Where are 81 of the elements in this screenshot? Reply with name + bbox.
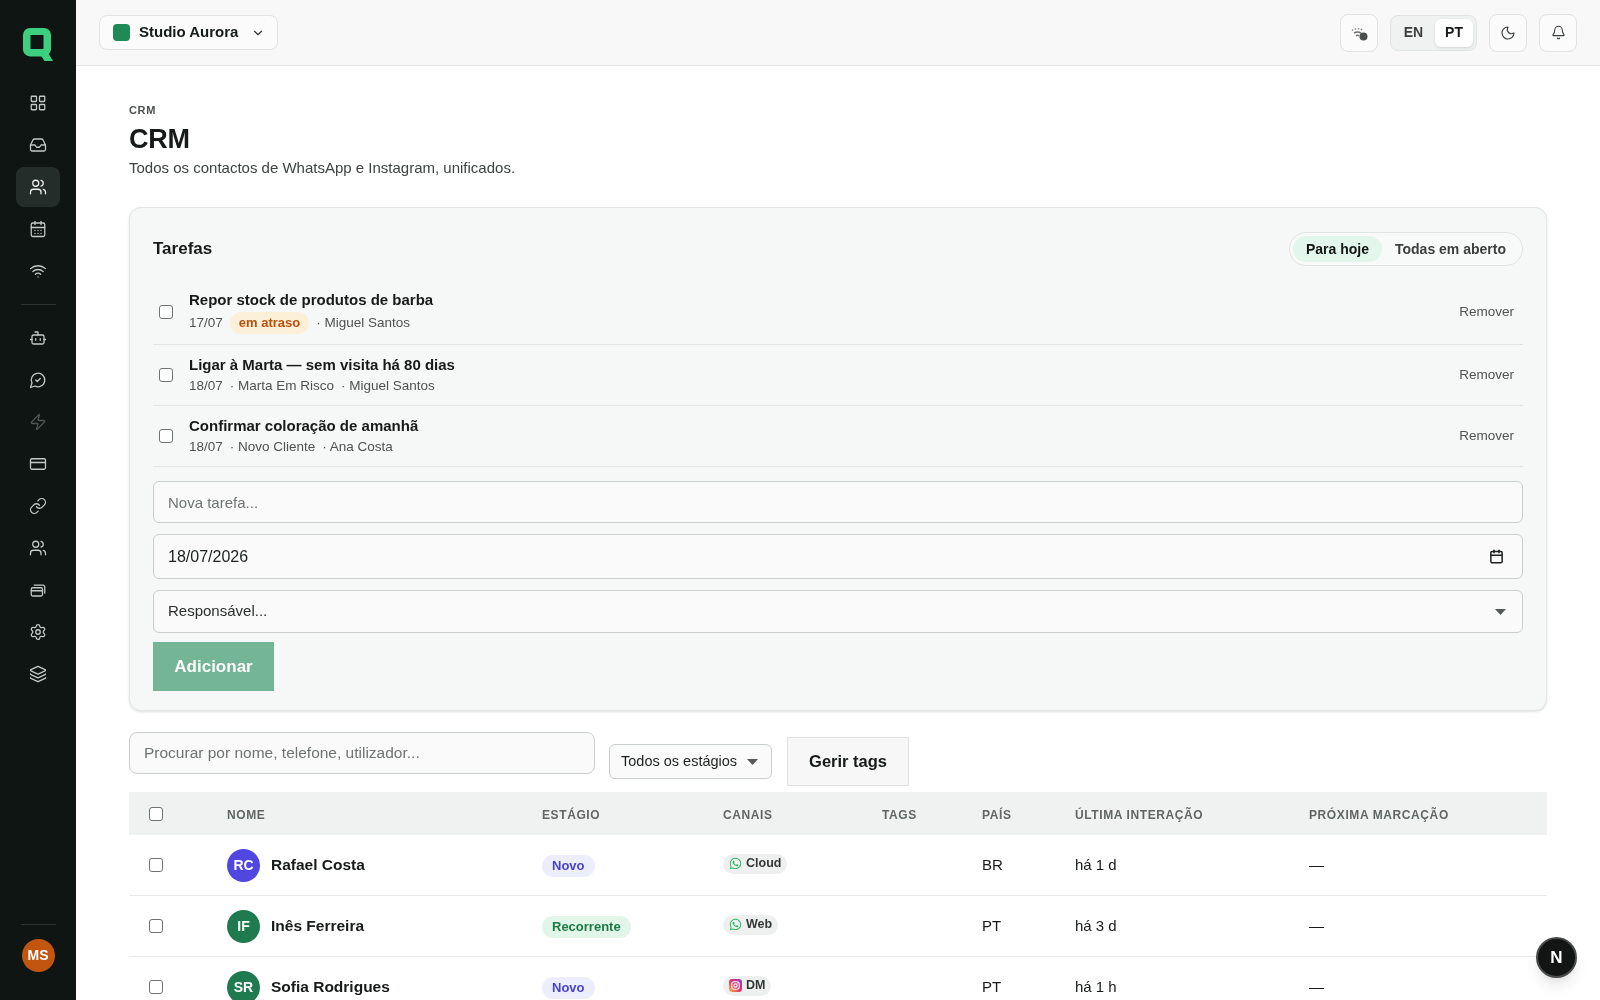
avatar: IF: [227, 909, 260, 943]
assignee-select[interactable]: Responsável...: [153, 590, 1523, 633]
channel-label: Cloud: [746, 855, 782, 873]
manage-tags-button[interactable]: Gerir tags: [787, 737, 910, 786]
checkbox[interactable]: [159, 305, 173, 319]
column-header: PRÓXIMA MARCAÇÃO: [1309, 807, 1449, 822]
remove-link[interactable]: Remover: [1459, 425, 1514, 447]
task-detail: · Novo Cliente: [229, 438, 316, 456]
dev-tools-button[interactable]: N: [1536, 937, 1577, 978]
country-cell: PT: [982, 978, 1002, 995]
workspace-swatch-icon: [113, 24, 130, 41]
bell-icon: [1550, 25, 1566, 40]
card-title: Tarefas: [153, 238, 213, 261]
stage-badge: Recorrente: [542, 915, 631, 938]
column-header: ÚLTIMA INTERAÇÃO: [1075, 807, 1204, 822]
country-cell: BR: [982, 856, 1003, 873]
language-option[interactable]: EN: [1393, 18, 1434, 47]
task-date: 17/07: [189, 314, 223, 332]
user-avatar[interactable]: MS: [21, 939, 55, 972]
instagram-icon: [729, 979, 742, 992]
column-header: TAGS: [882, 807, 917, 822]
sidebar-item[interactable]: [16, 167, 60, 207]
last-interaction-cell: há 1 d: [1075, 856, 1117, 873]
task-title: Repor stock de produtos de barba: [189, 290, 435, 310]
task-date: 18/07: [189, 377, 223, 395]
logo-icon: [23, 28, 53, 61]
column-header: ESTÁGIO: [542, 807, 601, 822]
country-cell: PT: [982, 917, 1002, 934]
task-detail: · Marta Em Risco: [229, 377, 335, 395]
overdue-badge: em atraso: [229, 312, 310, 334]
stage-select[interactable]: Todos os estágios: [609, 744, 773, 779]
task-date: 18/07: [189, 438, 223, 456]
checkbox[interactable]: [159, 429, 173, 443]
avatar: RC: [227, 848, 260, 882]
page-subtitle: Todos os contactos de WhatsApp e Instagram, unificados.: [129, 158, 517, 178]
channel-label: DM: [746, 977, 766, 995]
checkbox[interactable]: [149, 858, 163, 872]
channel-label: Web: [746, 916, 773, 934]
contact-name[interactable]: Sofia Rodrigues: [271, 975, 390, 999]
language-option[interactable]: PT: [1435, 18, 1473, 47]
checkbox[interactable]: [149, 919, 163, 933]
date-field[interactable]: 18/07/2026: [153, 534, 1523, 579]
workspace-switcher[interactable]: Studio Aurora: [99, 15, 279, 50]
column-header: PAÍS: [982, 807, 1012, 822]
remove-link[interactable]: Remover: [1459, 301, 1514, 323]
next-booking-cell: —: [1309, 917, 1324, 934]
whatsapp-icon: [729, 918, 742, 931]
calendar-icon: [1489, 549, 1504, 564]
stage-badge: Novo: [542, 854, 595, 877]
task-detail: · Miguel Santos: [341, 377, 435, 395]
theme-button[interactable]: [1489, 13, 1527, 52]
task-detail: · Ana Costa: [322, 438, 393, 456]
checkbox[interactable]: [159, 368, 173, 382]
column-header: CANAIS: [723, 807, 773, 822]
contact-name[interactable]: Inês Ferreira: [271, 914, 365, 938]
caret-icon: [1495, 608, 1506, 615]
moon-icon: [1500, 24, 1516, 41]
connection-status-button[interactable]: [1339, 13, 1378, 52]
filter-tab[interactable]: Para hoje: [1292, 236, 1382, 262]
task-title: Confirmar coloração de amanhã: [189, 416, 420, 436]
checkbox[interactable]: [149, 806, 163, 821]
whatsapp-icon: [729, 857, 742, 870]
search-field[interactable]: Procurar por nome, telefone, utilizador...: [129, 732, 595, 774]
remove-link[interactable]: Remover: [1459, 364, 1514, 386]
stage-badge: Novo: [542, 976, 595, 999]
notifications-button[interactable]: [1539, 13, 1577, 52]
last-interaction-cell: há 3 d: [1075, 917, 1117, 934]
next-booking-cell: —: [1309, 856, 1324, 873]
task-detail: · Miguel Santos: [316, 314, 410, 332]
next-booking-cell: —: [1309, 978, 1324, 995]
column-header: NOME: [227, 807, 266, 822]
breadcrumb: CRM: [129, 103, 158, 117]
page-title: CRM: [129, 123, 191, 155]
contact-name[interactable]: Rafael Costa: [271, 853, 365, 877]
task-title: Ligar à Marta — sem visita há 80 dias: [189, 355, 456, 375]
checkbox[interactable]: [149, 980, 163, 994]
caret-icon: [747, 758, 759, 765]
last-interaction-cell: há 1 h: [1075, 978, 1117, 995]
avatar: SR: [227, 970, 260, 1000]
filter-tab[interactable]: Todas em aberto: [1382, 236, 1519, 262]
task-input[interactable]: Nova tarefa...: [153, 481, 1523, 523]
